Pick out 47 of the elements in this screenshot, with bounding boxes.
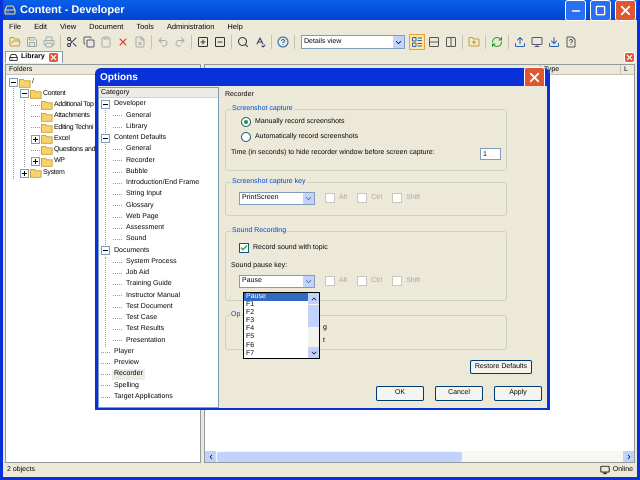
network-icon [600,465,610,475]
expand-icon[interactable] [31,157,40,166]
check-out-icon[interactable] [546,34,562,50]
collapse-icon[interactable] [101,100,110,110]
folder-icon [30,168,42,178]
app-icon [4,4,16,16]
help-icon[interactable] [275,34,291,50]
close-icon [48,53,58,62]
horizontal-scrollbar[interactable] [205,451,634,462]
horizontal-split-icon[interactable] [426,34,442,50]
collapse-icon[interactable] [101,246,110,256]
collapse-icon[interactable] [20,89,29,98]
folder-icon [41,134,53,144]
expand-icon[interactable] [31,134,40,144]
radio-button[interactable] [241,132,251,142]
dialog-close-button[interactable] [524,66,545,88]
folder-icon [41,122,53,133]
close-icon [625,53,634,62]
maximize-button[interactable] [590,0,611,20]
close-button[interactable] [615,0,636,20]
maximize-icon [595,4,606,16]
expand-all-icon[interactable] [195,34,211,50]
close-pane-button[interactable] [624,52,635,63]
check-in-icon[interactable] [512,34,528,50]
folder-icon [19,78,31,88]
window-title: Content - Developer [20,2,126,18]
publish-icon[interactable] [529,34,545,50]
minimize-button[interactable] [565,0,586,20]
collapse-icon[interactable] [9,78,18,88]
search-icon[interactable] [235,34,251,50]
checkbox[interactable] [239,242,249,253]
expand-icon[interactable] [20,168,29,178]
folder-icon [30,88,42,99]
collapse-all-icon[interactable] [212,34,228,50]
collapse-icon[interactable] [101,134,110,143]
tab-close-button[interactable] [48,52,59,63]
refresh-icon[interactable] [489,34,505,50]
folder-icon [41,100,53,110]
folder-icon [41,112,53,122]
details-view-icon[interactable] [409,34,425,50]
vertical-scrollbar[interactable] [308,293,319,358]
folder-icon [41,145,53,156]
copy-icon[interactable] [81,34,97,50]
vertical-split-icon[interactable] [443,34,459,50]
radio-button[interactable] [241,117,251,127]
folder-icon [41,156,53,167]
library-icon [9,53,18,62]
